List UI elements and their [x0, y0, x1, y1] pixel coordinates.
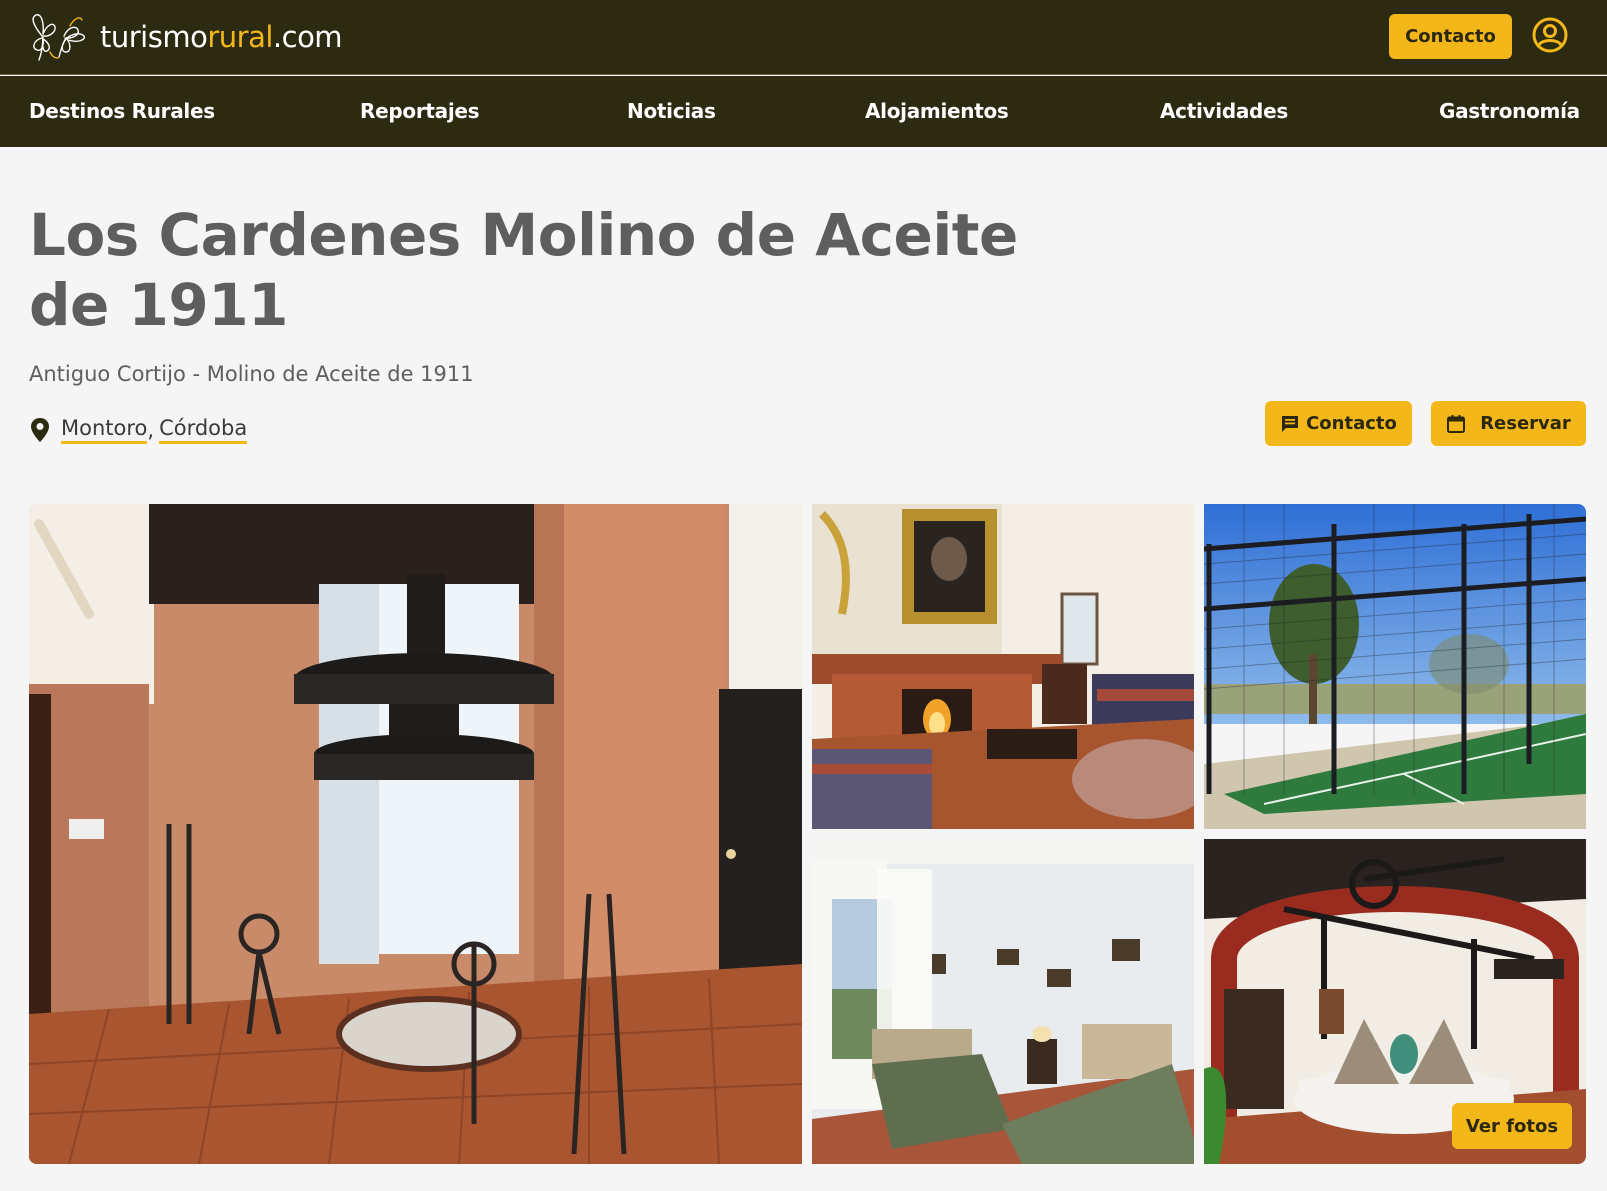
- user-account-button[interactable]: [1530, 15, 1570, 55]
- nav-item-gastronomia[interactable]: Gastronomía: [1439, 76, 1580, 147]
- see-photos-button[interactable]: Ver fotos: [1452, 1103, 1572, 1149]
- photo-gallery: Ver fotos: [29, 504, 1586, 1164]
- header-contact-button[interactable]: Contacto: [1389, 14, 1512, 59]
- olive-press-photo: [29, 504, 802, 1164]
- contact-button-label: Contacto: [1306, 413, 1397, 434]
- user-circle-icon: [1532, 17, 1568, 53]
- gallery-photo-bedroom[interactable]: [812, 839, 1194, 1164]
- site-logo-text: turismorural.com: [100, 20, 343, 54]
- location-province-link[interactable]: Córdoba: [159, 416, 248, 444]
- nav-item-alojamientos[interactable]: Alojamientos: [865, 76, 1009, 147]
- gallery-photo-padel-court[interactable]: [1204, 504, 1586, 829]
- nav-item-actividades[interactable]: Actividades: [1160, 76, 1288, 147]
- chat-icon: [1282, 415, 1299, 432]
- gallery-photo-main[interactable]: [29, 504, 802, 1164]
- bedroom-photo: [812, 839, 1194, 1164]
- nav-item-reportajes[interactable]: Reportajes: [360, 76, 480, 147]
- nav-item-destinos-rurales[interactable]: Destinos Rurales: [29, 76, 215, 147]
- gallery-photo-living-room[interactable]: [812, 504, 1194, 829]
- location-town-link[interactable]: Montoro: [61, 416, 148, 444]
- location-breadcrumb: Montoro , Córdoba: [29, 413, 248, 447]
- nav-item-noticias[interactable]: Noticias: [627, 76, 716, 147]
- butterfly-logo-icon: [32, 14, 85, 61]
- main-nav: Destinos Rurales Reportajes Noticias Alo…: [0, 76, 1607, 147]
- calendar-icon: [1447, 414, 1466, 433]
- living-room-photo: [812, 504, 1194, 829]
- reserve-button[interactable]: Reservar: [1431, 401, 1586, 446]
- top-bar: turismorural.com Contacto: [0, 0, 1607, 75]
- map-pin-icon: [31, 418, 49, 442]
- site-logo[interactable]: turismorural.com: [28, 12, 343, 62]
- reserve-button-label: Reservar: [1480, 413, 1571, 434]
- location-separator: ,: [147, 418, 155, 442]
- page-title: Los Cardenes Molino de Aceite de 1911: [29, 201, 1018, 339]
- page-subtitle: Antiguo Cortijo - Molino de Aceite de 19…: [29, 362, 474, 386]
- padel-court-photo: [1204, 504, 1586, 829]
- contact-button[interactable]: Contacto: [1265, 401, 1412, 446]
